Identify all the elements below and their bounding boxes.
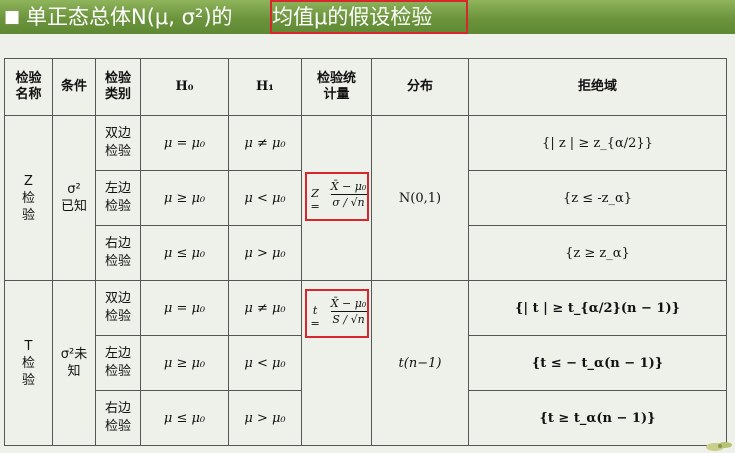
bullet-icon: ■ bbox=[4, 7, 21, 27]
header-distribution: 分布 bbox=[371, 58, 469, 116]
distribution-z: N(0,1) bbox=[371, 115, 469, 281]
header-condition: 条件 bbox=[52, 58, 96, 116]
statistic-denominator: σ / √n bbox=[332, 195, 365, 209]
statistic-lhs: Z = bbox=[310, 186, 320, 213]
h0-cell: μ = μ₀ bbox=[140, 115, 229, 171]
table-row: T 检 验 σ²未 知 双边 检验 μ = μ₀ μ ≠ μ₀ t = X̄ −… bbox=[4, 280, 727, 446]
rejection-region: {z ≤ -z_α} bbox=[468, 170, 727, 226]
hypothesis-test-table: 检验 名称 条件 检验 类别 H₀ H₁ 检验统 计量 分布 拒绝域 Z 检 验… bbox=[4, 58, 727, 446]
test-type: 双边 检验 bbox=[95, 115, 141, 171]
header-type: 检验 类别 bbox=[95, 58, 141, 116]
h0-cell: μ ≥ μ₀ bbox=[140, 170, 229, 226]
h1-cell: μ < μ₀ bbox=[228, 335, 302, 391]
flower-decoration-icon bbox=[706, 442, 732, 451]
header-name: 检验 名称 bbox=[4, 58, 53, 116]
h0-cell: μ ≤ μ₀ bbox=[140, 390, 229, 446]
test-type: 右边 检验 bbox=[95, 390, 141, 446]
rejection-region: {t ≥ t_α(n − 1)} bbox=[468, 390, 727, 446]
header-rejection: 拒绝域 bbox=[468, 58, 727, 116]
slide-body: 检验 名称 条件 检验 类别 H₀ H₁ 检验统 计量 分布 拒绝域 Z 检 验… bbox=[0, 34, 735, 453]
header-statistic: 检验统 计量 bbox=[301, 58, 372, 116]
statistic-numerator: X̄ − μ₀ bbox=[330, 297, 367, 312]
title-highlight: 均值μ的假设检验 bbox=[270, 0, 468, 34]
table-header-row: 检验 名称 条件 检验 类别 H₀ H₁ 检验统 计量 分布 拒绝域 bbox=[4, 58, 727, 116]
h1-cell: μ > μ₀ bbox=[228, 225, 302, 281]
condition-t: σ²未 知 bbox=[52, 280, 96, 446]
table-row: Z 检 验 σ² 已知 双边 检验 μ = μ₀ μ ≠ μ₀ Z = X̄ −… bbox=[4, 115, 727, 281]
h1-cell: μ ≠ μ₀ bbox=[228, 115, 302, 171]
rejection-region: {z ≥ z_α} bbox=[468, 225, 727, 281]
rejection-region: {| t | ≥ t_{α/2}(n − 1)} bbox=[468, 280, 727, 336]
rejection-region: {t ≤ − t_α(n − 1)} bbox=[468, 335, 727, 391]
test-name-t: T 检 验 bbox=[4, 280, 53, 446]
header-h0: H₀ bbox=[140, 58, 229, 116]
rejection-region: {| z | ≥ z_{α/2}} bbox=[468, 115, 727, 171]
statistic-cell-z: Z = X̄ − μ₀ σ / √n bbox=[301, 115, 372, 281]
h1-cell: μ ≠ μ₀ bbox=[228, 280, 302, 336]
h0-cell: μ = μ₀ bbox=[140, 280, 229, 336]
statistic-cell-t: t = X̄ − μ₀ S / √n bbox=[301, 280, 372, 446]
h0-cell: μ ≤ μ₀ bbox=[140, 225, 229, 281]
statistic-formula-t: t = X̄ − μ₀ S / √n bbox=[304, 289, 369, 338]
statistic-lhs: t = bbox=[310, 304, 320, 330]
title-prefix: 单正态总体N(μ, σ²)的 bbox=[26, 5, 233, 29]
header-h1: H₁ bbox=[228, 58, 302, 116]
distribution-t: t(n−1) bbox=[371, 280, 469, 446]
h1-cell: μ > μ₀ bbox=[228, 390, 302, 446]
title-bar: ■ 单正态总体N(μ, σ²)的 均值μ的假设检验 bbox=[0, 0, 735, 34]
test-type: 双边 检验 bbox=[95, 280, 141, 336]
statistic-numerator: X̄ − μ₀ bbox=[330, 179, 367, 195]
statistic-denominator: S / √n bbox=[332, 313, 365, 326]
test-name-z: Z 检 验 bbox=[4, 115, 53, 281]
h0-cell: μ ≥ μ₀ bbox=[140, 335, 229, 391]
test-type: 左边 检验 bbox=[95, 170, 141, 226]
statistic-formula-z: Z = X̄ − μ₀ σ / √n bbox=[304, 171, 369, 221]
h1-cell: μ < μ₀ bbox=[228, 170, 302, 226]
test-type: 右边 检验 bbox=[95, 225, 141, 281]
condition-z: σ² 已知 bbox=[52, 115, 96, 281]
test-type: 左边 检验 bbox=[95, 335, 141, 391]
